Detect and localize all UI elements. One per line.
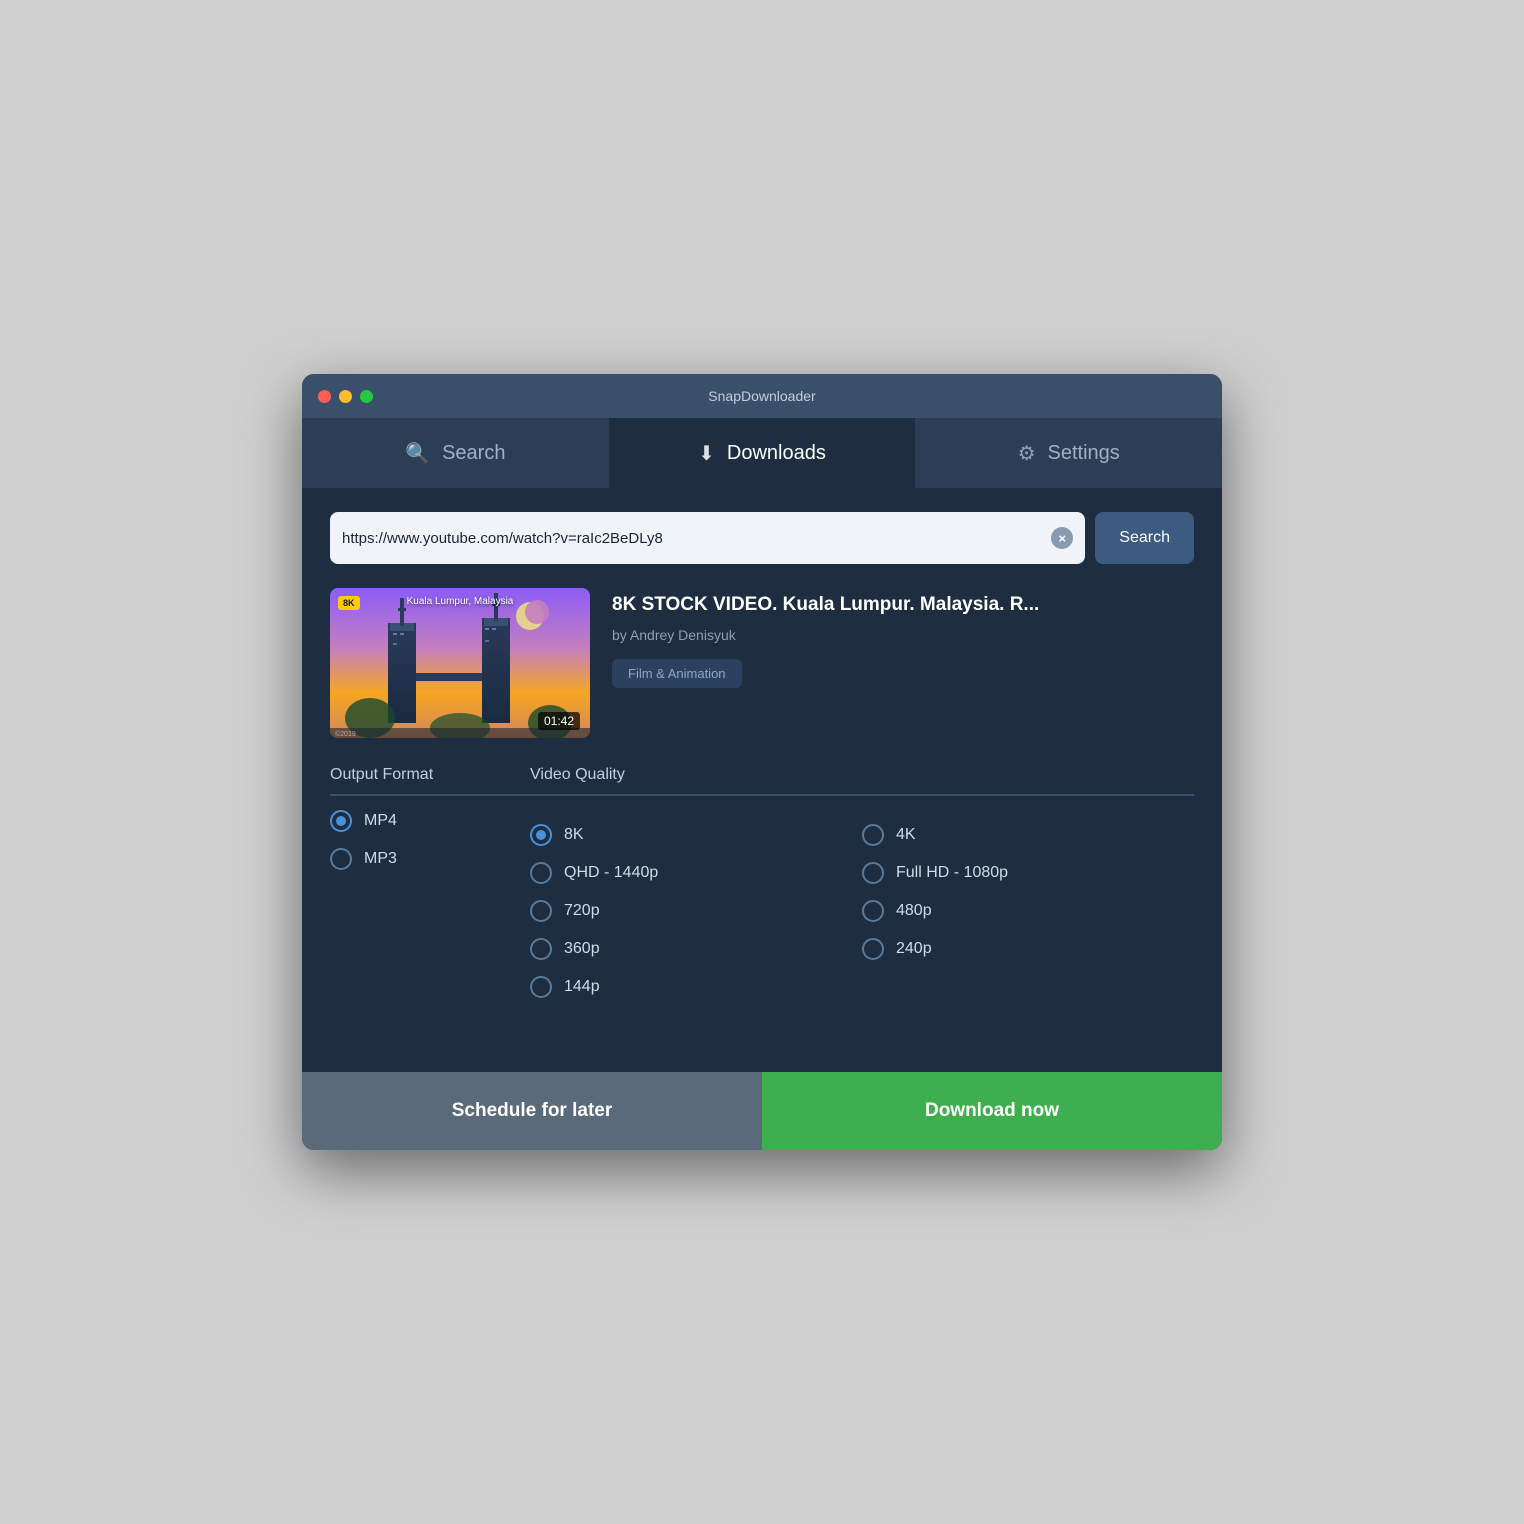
video-author: by Andrey Denisyuk xyxy=(612,627,1194,643)
tab-search[interactable]: 🔍 Search xyxy=(302,418,609,488)
quality-360p-label: 360p xyxy=(564,940,600,958)
quality-4k[interactable]: 4K xyxy=(862,824,1194,846)
quality-8k-radio[interactable] xyxy=(530,824,552,846)
quality-qhd-label: QHD - 1440p xyxy=(564,864,658,882)
quality-4k-radio[interactable] xyxy=(862,824,884,846)
titlebar: SnapDownloader xyxy=(302,374,1222,418)
video-thumbnail: ©2019 8K Kuala Lumpur, Malaysia 01:42 xyxy=(330,588,590,738)
quality-1080p-label: Full HD - 1080p xyxy=(896,864,1008,882)
settings-tab-label: Settings xyxy=(1048,442,1120,465)
search-button[interactable]: Search xyxy=(1095,512,1194,564)
quality-480p[interactable]: 480p xyxy=(862,900,1194,922)
quality-1080p[interactable]: Full HD - 1080p xyxy=(862,862,1194,884)
format-mp3-radio[interactable] xyxy=(330,848,352,870)
search-tab-label: Search xyxy=(442,442,505,465)
quality-1080p-radio[interactable] xyxy=(862,862,884,884)
output-format-title: Output Format xyxy=(330,766,530,796)
quality-360p-radio[interactable] xyxy=(530,938,552,960)
format-radio-list: MP4 MP3 xyxy=(330,810,530,870)
quality-qhd-radio[interactable] xyxy=(530,862,552,884)
minimize-button[interactable] xyxy=(339,390,352,403)
video-title: 8K STOCK VIDEO. Kuala Lumpur. Malaysia. … xyxy=(612,592,1194,619)
main-content: × Search xyxy=(302,488,1222,1072)
window-controls xyxy=(318,390,373,403)
quality-grid: 8K QHD - 1440p 720p xyxy=(530,810,1194,998)
bottom-bar: Schedule for later Download now xyxy=(302,1072,1222,1150)
settings-tab-icon: ⚙ xyxy=(1018,441,1036,466)
downloads-tab-icon: ⬇ xyxy=(698,441,715,466)
video-category: Film & Animation xyxy=(612,659,742,688)
svg-text:©2019: ©2019 xyxy=(335,730,356,738)
format-mp4[interactable]: MP4 xyxy=(330,810,530,832)
search-tab-icon: 🔍 xyxy=(405,441,430,466)
quality-360p[interactable]: 360p xyxy=(530,938,862,960)
quality-720p-radio[interactable] xyxy=(530,900,552,922)
quality-480p-label: 480p xyxy=(896,902,932,920)
format-mp4-label: MP4 xyxy=(364,812,397,830)
options-section: Output Format MP4 MP3 Video Quality xyxy=(330,766,1194,998)
tab-navigation: 🔍 Search ⬇ Downloads ⚙ Settings xyxy=(302,418,1222,488)
close-button[interactable] xyxy=(318,390,331,403)
quality-qhd[interactable]: QHD - 1440p xyxy=(530,862,862,884)
quality-8k[interactable]: 8K xyxy=(530,824,862,846)
quality-240p-radio[interactable] xyxy=(862,938,884,960)
location-label: Kuala Lumpur, Malaysia xyxy=(330,596,590,607)
video-info: ©2019 8K Kuala Lumpur, Malaysia 01:42 8K… xyxy=(330,588,1194,738)
quality-720p-label: 720p xyxy=(564,902,600,920)
quality-8k-label: 8K xyxy=(564,826,584,844)
app-title: SnapDownloader xyxy=(708,388,815,404)
format-mp3-label: MP3 xyxy=(364,850,397,868)
video-quality-section: Video Quality 8K QHD - 1440p xyxy=(530,766,1194,998)
quality-4k-label: 4K xyxy=(896,826,916,844)
url-input[interactable] xyxy=(342,530,1051,547)
quality-col1: 8K QHD - 1440p 720p xyxy=(530,810,862,998)
schedule-button[interactable]: Schedule for later xyxy=(302,1072,762,1150)
video-quality-title: Video Quality xyxy=(530,766,1194,796)
quality-480p-radio[interactable] xyxy=(862,900,884,922)
maximize-button[interactable] xyxy=(360,390,373,403)
app-window: SnapDownloader 🔍 Search ⬇ Downloads ⚙ Se… xyxy=(302,374,1222,1150)
quality-720p[interactable]: 720p xyxy=(530,900,862,922)
quality-144p-label: 144p xyxy=(564,978,600,996)
format-mp4-radio[interactable] xyxy=(330,810,352,832)
url-input-wrapper: × xyxy=(330,512,1085,564)
clear-button[interactable]: × xyxy=(1051,527,1073,549)
output-format-section: Output Format MP4 MP3 xyxy=(330,766,530,998)
quality-144p-radio[interactable] xyxy=(530,976,552,998)
search-bar: × Search xyxy=(330,512,1194,564)
quality-240p[interactable]: 240p xyxy=(862,938,1194,960)
quality-144p[interactable]: 144p xyxy=(530,976,862,998)
spacer xyxy=(330,1018,1194,1048)
duration-badge: 01:42 xyxy=(538,712,580,730)
video-details: 8K STOCK VIDEO. Kuala Lumpur. Malaysia. … xyxy=(612,588,1194,738)
quality-240p-label: 240p xyxy=(896,940,932,958)
format-mp3[interactable]: MP3 xyxy=(330,848,530,870)
tab-downloads[interactable]: ⬇ Downloads xyxy=(609,418,916,488)
downloads-tab-label: Downloads xyxy=(727,442,826,465)
tab-settings[interactable]: ⚙ Settings xyxy=(915,418,1222,488)
quality-col2: 4K Full HD - 1080p 480p xyxy=(862,810,1194,998)
download-button[interactable]: Download now xyxy=(762,1072,1222,1150)
